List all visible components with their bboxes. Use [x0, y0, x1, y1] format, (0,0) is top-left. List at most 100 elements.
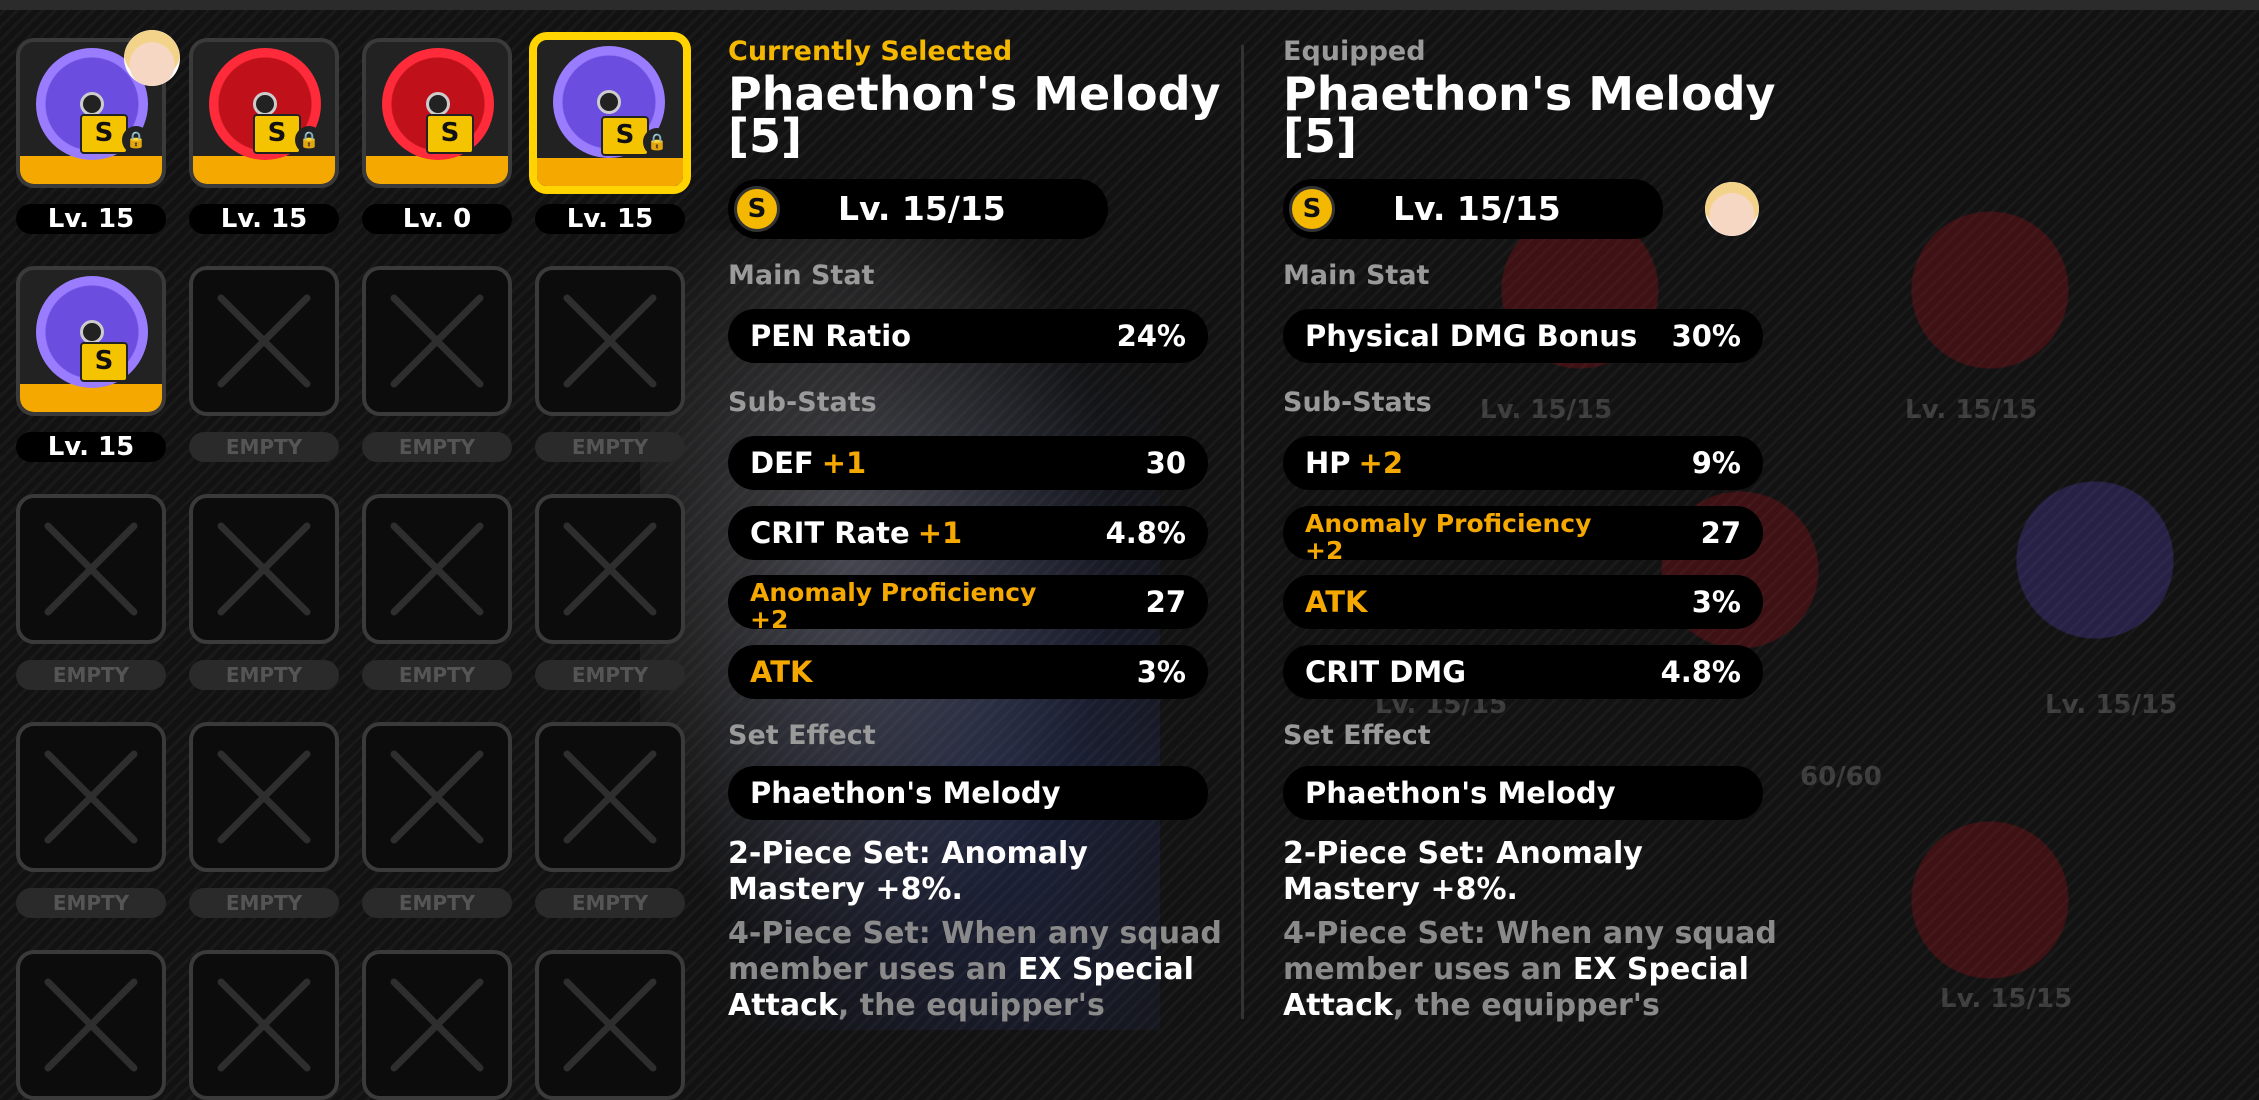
slot-level-label: Lv. 15 [16, 204, 166, 234]
ghost-level-label: Lv. 15/15 [1940, 984, 2073, 1014]
stat-name: CRIT Rate +1 [750, 506, 962, 560]
stat-roll-count: +2 [750, 605, 789, 634]
stat-value: 3% [1691, 585, 1741, 619]
stat-value: 27 [1145, 585, 1186, 619]
empty-slot-x-icon [44, 978, 138, 1072]
empty-slot-x-icon [44, 750, 138, 844]
top-bar [0, 0, 2259, 10]
main-stat-label: Main Stat [728, 260, 875, 291]
empty-disc-slot[interactable] [535, 266, 685, 416]
two-piece-effect: 2-Piece Set: Anomaly Mastery +8%. [728, 836, 1088, 907]
stat-name-text: ATK [750, 655, 813, 689]
stat-name: CRIT DMG [1305, 645, 1466, 699]
empty-disc-slot[interactable] [362, 950, 512, 1100]
empty-disc-slot[interactable] [535, 494, 685, 644]
level-text: Lv. 15/15 [1393, 189, 1561, 228]
empty-slot-x-icon [563, 522, 657, 616]
ghost-disc [1890, 190, 2090, 390]
slot-level-label: EMPTY [189, 660, 339, 690]
empty-disc-slot[interactable] [189, 950, 339, 1100]
sub-stat-row: CRIT Rate +1 4.8% [728, 506, 1208, 560]
rarity-bar [366, 156, 508, 184]
stat-roll-count: +1 [917, 516, 963, 550]
slot-level-label: EMPTY [535, 888, 685, 918]
four-piece-text: , the equipper's [837, 988, 1105, 1023]
stat-name: Physical DMG Bonus [1305, 319, 1638, 353]
level-bar: S Lv. 15/15 [1283, 179, 1663, 239]
sub-stat-row: Anomaly Proficiency +2 27 [728, 575, 1208, 633]
empty-disc-slot[interactable] [189, 722, 339, 872]
empty-disc-slot[interactable] [362, 266, 512, 416]
four-piece-effect: 4-Piece Set: When any squad member uses … [1283, 916, 1783, 1024]
empty-disc-slot[interactable] [16, 494, 166, 644]
stat-value: 4.8% [1105, 516, 1186, 550]
stat-value: 9% [1691, 446, 1741, 480]
stat-name-text: ATK [1305, 585, 1368, 619]
two-piece-effect: 2-Piece Set: Anomaly Mastery +8%. [1283, 836, 1643, 907]
empty-disc-slot[interactable] [362, 494, 512, 644]
ghost-disc [1640, 470, 1840, 670]
disc-hub [597, 90, 621, 114]
slot-level-label: Lv. 15 [535, 204, 685, 234]
stat-roll-count: +1 [821, 446, 867, 480]
lock-icon: 🔒 [295, 126, 323, 154]
set-name-row: Phaethon's Melody [728, 766, 1208, 820]
stat-name-text: CRIT DMG [1305, 655, 1467, 689]
stat-name-text: DEF [750, 446, 814, 480]
drive-disc-slot[interactable]: S 🔒 [529, 32, 691, 194]
slot-level-label: EMPTY [362, 888, 512, 918]
drive-disc-slot[interactable]: S [16, 266, 166, 416]
stat-name-text: HP [1305, 446, 1351, 480]
empty-slot-x-icon [563, 978, 657, 1072]
rank-s-badge: S [426, 114, 474, 154]
slot-level-label: EMPTY [16, 660, 166, 690]
stat-name: HP +2 [1305, 436, 1403, 490]
set-name: Phaethon's Melody [1305, 776, 1616, 810]
disc-hub [426, 92, 450, 116]
panel-header: Equipped [1283, 36, 1426, 67]
ghost-level-label: 60/60 [1800, 762, 1882, 792]
four-piece-text: , the equipper's [1392, 988, 1660, 1023]
slot-level-label: EMPTY [362, 660, 512, 690]
four-piece-effect: 4-Piece Set: When any squad member uses … [728, 916, 1228, 1024]
sub-stat-row: ATK 3% [1283, 575, 1763, 629]
stat-roll-count: +2 [1358, 446, 1404, 480]
empty-slot-x-icon [390, 750, 484, 844]
empty-disc-slot[interactable] [16, 722, 166, 872]
slot-level-label: Lv. 15 [16, 432, 166, 462]
empty-slot-x-icon [390, 978, 484, 1072]
drive-disc-slot[interactable]: S [362, 38, 512, 188]
sub-stat-row: HP +2 9% [1283, 436, 1763, 490]
disc-set-count: [5] [1283, 109, 1358, 163]
disc-set-count: [5] [728, 109, 803, 163]
level-bar: S Lv. 15/15 [728, 179, 1108, 239]
empty-disc-slot[interactable] [535, 722, 685, 872]
stat-name: Anomaly Proficiency +2 [1305, 510, 1591, 564]
empty-disc-slot[interactable] [189, 266, 339, 416]
set-name-row: Phaethon's Melody [1283, 766, 1763, 820]
sub-stat-row: Anomaly Proficiency +2 27 [1283, 506, 1763, 564]
stat-name: Anomaly Proficiency +2 [750, 579, 1036, 633]
disc-hub [253, 92, 277, 116]
empty-disc-slot[interactable] [362, 722, 512, 872]
stat-name: ATK [750, 645, 812, 699]
equipped-agent-avatar[interactable] [1705, 182, 1759, 236]
rank-s-icon: S [734, 186, 780, 232]
empty-disc-slot[interactable] [535, 950, 685, 1100]
disc-hub [80, 320, 104, 344]
stat-name: ATK [1305, 575, 1367, 629]
slot-level-label: EMPTY [535, 432, 685, 462]
empty-slot-x-icon [217, 750, 311, 844]
sub-stat-row: DEF +1 30 [728, 436, 1208, 490]
slot-level-label: EMPTY [16, 888, 166, 918]
empty-slot-x-icon [563, 294, 657, 388]
empty-disc-slot[interactable] [189, 494, 339, 644]
empty-disc-slot[interactable] [16, 950, 166, 1100]
drive-disc-slot[interactable]: S 🔒 [189, 38, 339, 188]
disc-hub [80, 92, 104, 116]
sub-stat-row: ATK 3% [728, 645, 1208, 699]
stat-value: 3% [1136, 655, 1186, 689]
slot-level-label: EMPTY [189, 888, 339, 918]
ghost-level-label: Lv. 15/15 [2045, 690, 2178, 720]
set-effect-label: Set Effect [1283, 720, 1431, 751]
